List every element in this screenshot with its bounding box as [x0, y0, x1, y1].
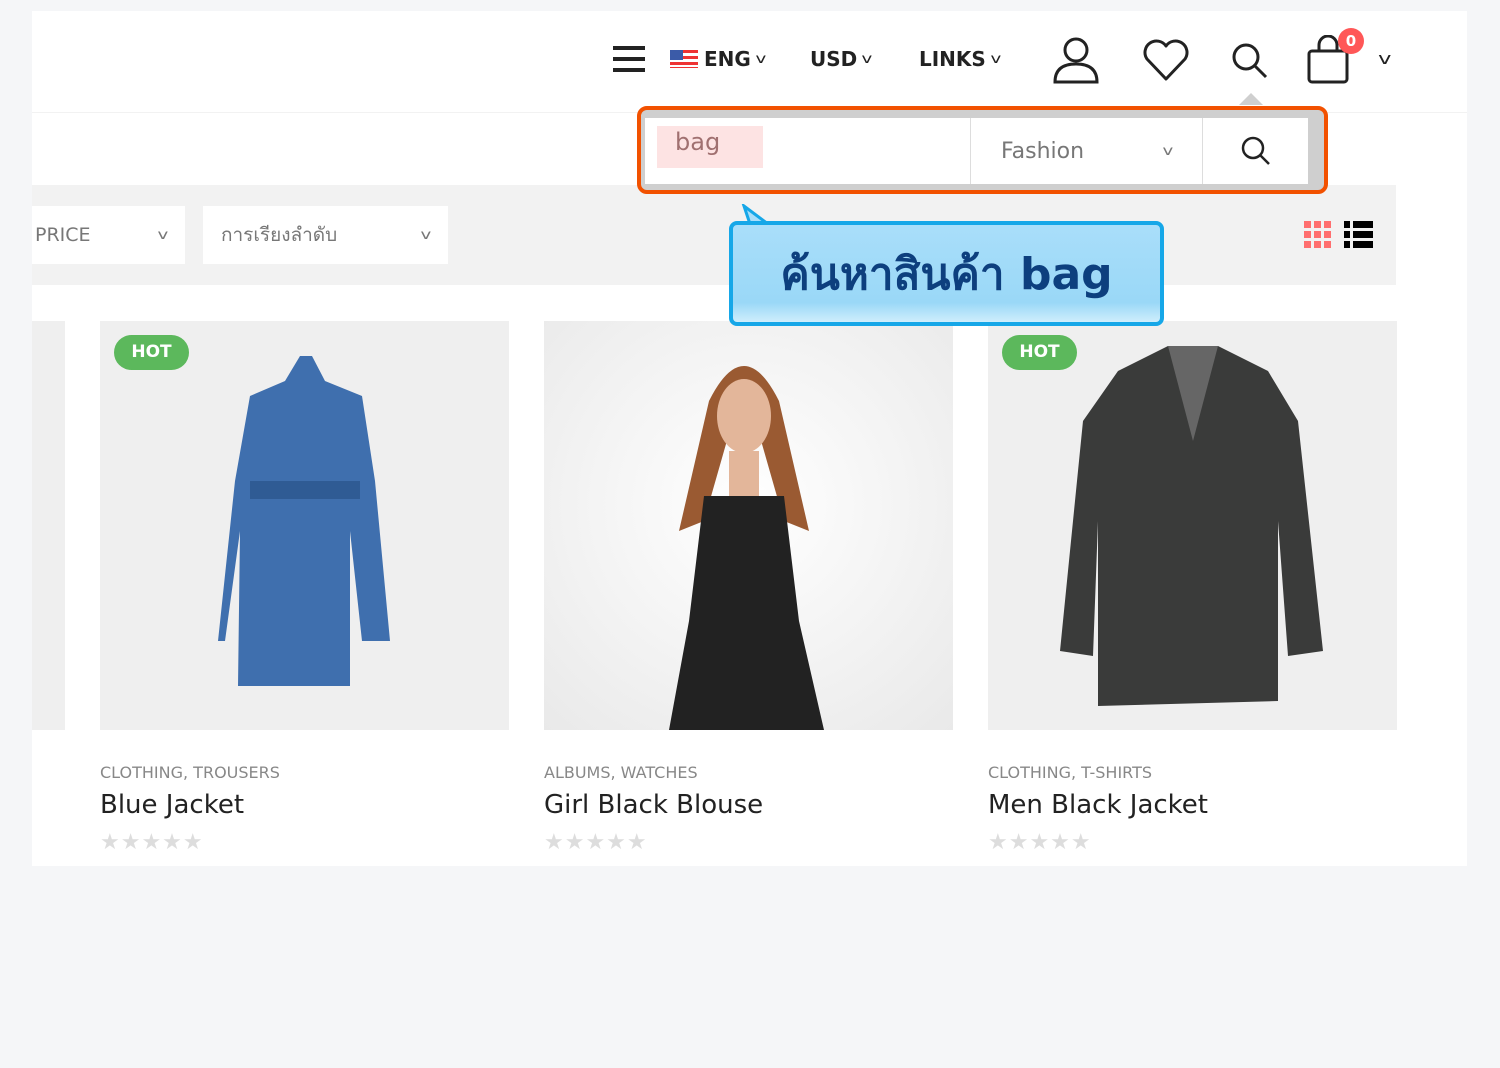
chevron-down-icon: v: [990, 51, 1002, 67]
chevron-down-icon: v: [1162, 143, 1174, 159]
menu-icon[interactable]: [613, 44, 645, 74]
rating-stars: ★★★★★: [100, 830, 204, 855]
price-label: PRICE: [35, 224, 91, 246]
product-categories[interactable]: CLOTHING, TROUSERS: [100, 763, 509, 782]
heart-icon[interactable]: [1142, 38, 1190, 82]
product-card[interactable]: ALBUMS, WATCHES Girl Black Blouse ★★★★★: [544, 321, 953, 855]
search-category-select[interactable]: Fashion v: [971, 118, 1203, 184]
page: ENG v USD v LINKS v 0 v PRICE v การเรียงลำดั…: [32, 11, 1467, 866]
rating-stars: ★★★★★: [544, 830, 648, 855]
search-input-value: bag: [657, 126, 763, 168]
product-image[interactable]: [544, 321, 953, 730]
price-filter[interactable]: PRICE v: [32, 206, 185, 264]
chevron-down-icon: v: [755, 51, 767, 67]
search-icon: [1241, 136, 1270, 165]
product-card[interactable]: HOT CLOTHING, T-SHIRTS Men Black Jacket …: [988, 321, 1397, 855]
sort-label: การเรียงลำดับ: [221, 224, 338, 246]
sort-select[interactable]: การเรียงลำดับ v: [203, 206, 448, 264]
cart-chevron-icon[interactable]: v: [1378, 49, 1391, 68]
callout-text: ค้นหาสินค้า bag: [780, 248, 1113, 300]
search-dropdown: bag Fashion v: [637, 106, 1328, 194]
annotation-callout: ค้นหาสินค้า bag: [729, 221, 1164, 326]
chevron-down-icon: v: [861, 51, 873, 67]
partial-product-card: [32, 321, 65, 730]
product-categories[interactable]: CLOTHING, T-SHIRTS: [988, 763, 1397, 782]
links-menu[interactable]: LINKS v: [919, 47, 1002, 71]
product-image[interactable]: HOT: [100, 321, 509, 730]
language-selector[interactable]: ENG v: [670, 47, 767, 71]
product-name[interactable]: Girl Black Blouse: [544, 790, 953, 820]
grid-view-icon[interactable]: [1304, 221, 1332, 249]
hot-badge: HOT: [1002, 335, 1077, 370]
product-image[interactable]: HOT: [988, 321, 1397, 730]
search-input[interactable]: bag: [645, 118, 971, 184]
product-name[interactable]: Blue Jacket: [100, 790, 509, 820]
us-flag-icon: [670, 50, 698, 68]
chevron-down-icon: v: [420, 227, 432, 243]
language-label: ENG: [704, 47, 751, 71]
cart-count-badge: 0: [1338, 28, 1364, 54]
currency-label: USD: [810, 47, 858, 71]
search-category-label: Fashion: [1001, 138, 1085, 164]
product-card[interactable]: HOT CLOTHING, TROUSERS Blue Jacket ★★★★★: [100, 321, 509, 855]
product-categories[interactable]: ALBUMS, WATCHES: [544, 763, 953, 782]
links-label: LINKS: [919, 47, 986, 71]
search-submit-button[interactable]: [1203, 118, 1308, 184]
user-icon[interactable]: [1052, 36, 1100, 84]
search-icon[interactable]: [1230, 41, 1270, 81]
chevron-down-icon: v: [157, 227, 169, 243]
list-view-icon[interactable]: [1344, 221, 1374, 249]
search-dropdown-arrow: [1239, 93, 1263, 105]
hot-badge: HOT: [114, 335, 189, 370]
filter-toolbar: PRICE v การเรียงลำดับ v: [32, 185, 1396, 285]
rating-stars: ★★★★★: [988, 830, 1092, 855]
product-name[interactable]: Men Black Jacket: [988, 790, 1397, 820]
currency-selector[interactable]: USD v: [810, 47, 873, 71]
